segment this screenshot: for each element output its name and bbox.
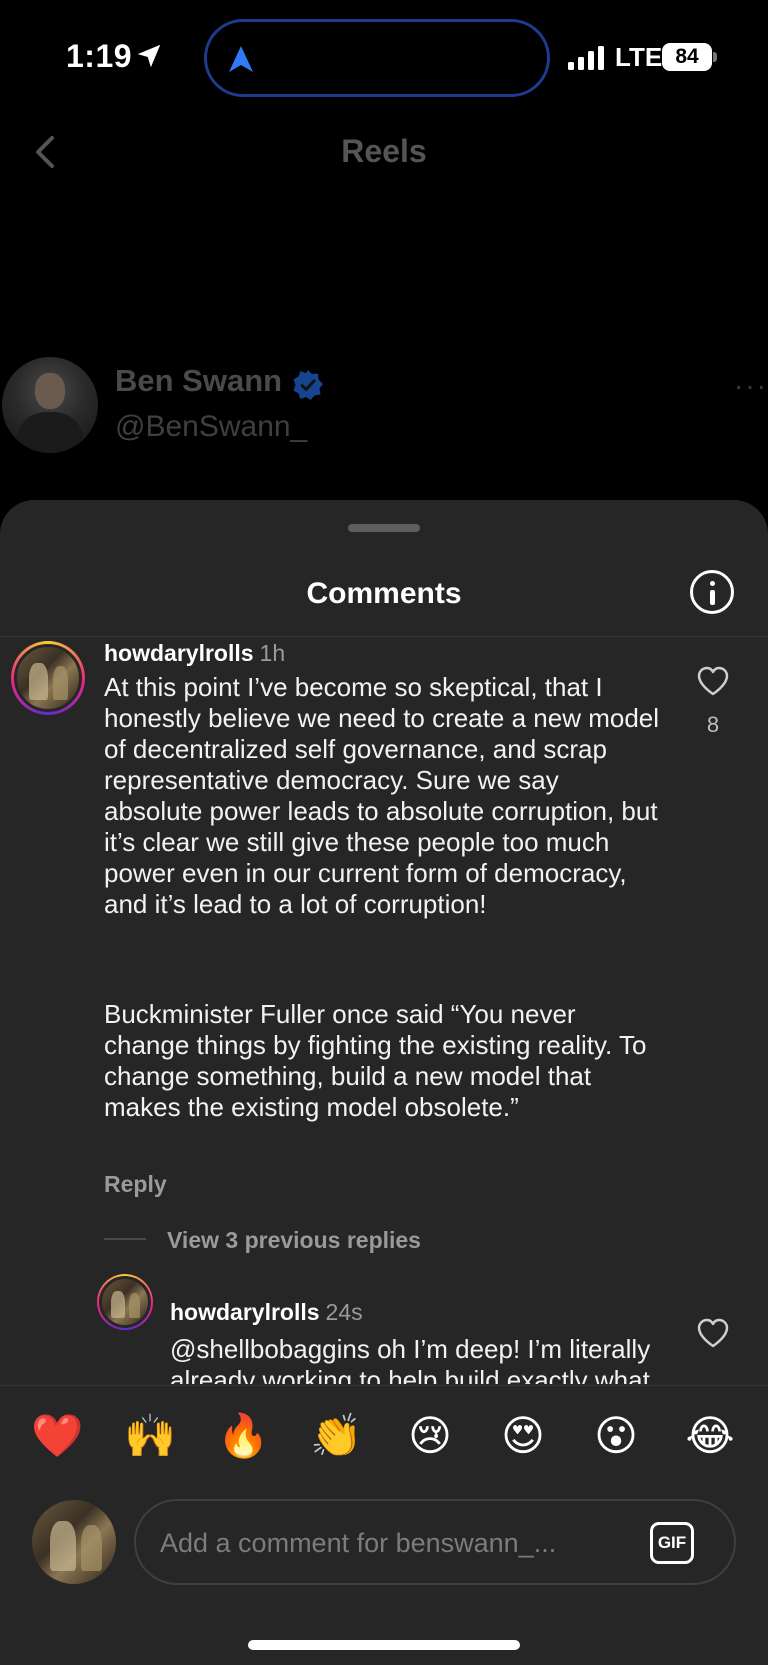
laughing-emoji-button[interactable]: 😂 xyxy=(684,1410,736,1462)
profile-avatar[interactable] xyxy=(2,357,98,453)
battery-tip xyxy=(713,52,717,62)
battery-level: 84 xyxy=(662,43,712,71)
comments-list[interactable]: howdarylrolls 1h At this point I’ve becom… xyxy=(0,637,768,1384)
heart-icon[interactable] xyxy=(696,665,730,697)
replies-divider xyxy=(104,1238,146,1240)
gif-button[interactable]: GIF xyxy=(650,1522,694,1564)
dynamic-island[interactable] xyxy=(204,19,550,97)
signal-strength-icon xyxy=(568,46,604,70)
comments-sheet: Comments howdarylrolls 1h At this point I… xyxy=(0,500,768,1665)
emoji-reaction-bar: ❤️ 🙌 🔥 👏 😢 😍 😮 😂 xyxy=(0,1385,768,1485)
comment-composer: GIF xyxy=(0,1485,768,1605)
reply-avatar[interactable] xyxy=(97,1274,153,1330)
reply-timestamp: 24s xyxy=(325,1299,363,1325)
comment-input-container[interactable]: GIF xyxy=(134,1499,736,1585)
status-bar: 1:19 LTE 84 xyxy=(0,0,768,112)
home-indicator[interactable] xyxy=(248,1640,520,1650)
comments-title: Comments xyxy=(306,577,462,610)
status-time: 1:19 xyxy=(66,38,133,74)
raising-hands-emoji-button[interactable]: 🙌 xyxy=(124,1410,176,1462)
heart-emoji-button[interactable]: ❤️ xyxy=(31,1410,83,1462)
location-arrow-icon xyxy=(137,44,161,68)
comment-username[interactable]: howdarylrolls xyxy=(104,640,254,666)
heart-eyes-emoji-button[interactable]: 😍 xyxy=(497,1410,549,1462)
profile-name[interactable]: Ben Swann xyxy=(115,363,282,399)
navigation-arrow-icon xyxy=(229,46,253,72)
clapping-emoji-button[interactable]: 👏 xyxy=(310,1410,362,1462)
network-type: LTE xyxy=(615,42,663,72)
reply-button[interactable]: Reply xyxy=(104,1171,167,1198)
view-replies-button[interactable]: View 3 previous replies xyxy=(167,1227,421,1254)
sheet-grabber[interactable] xyxy=(348,524,420,532)
comment-avatar[interactable] xyxy=(11,641,85,715)
like-count: 8 xyxy=(706,712,720,737)
page-title: Reels xyxy=(341,133,427,169)
profile-handle[interactable]: @BenSwann_ xyxy=(115,410,307,444)
surprised-emoji-button[interactable]: 😮 xyxy=(590,1410,642,1462)
comment-timestamp: 1h xyxy=(259,640,286,666)
reply-username[interactable]: howdarylrolls xyxy=(170,1299,320,1325)
comment-text-paragraph: At this point I’ve become so skeptical, … xyxy=(104,672,660,919)
more-options-icon[interactable]: ··· xyxy=(734,370,768,402)
reply-text: @shellbobaggins oh I’m deep! I’m literal… xyxy=(170,1334,651,1384)
comment-input[interactable] xyxy=(160,1521,630,1565)
comment-text-paragraph: Buckminister Fuller once said “You never… xyxy=(104,999,647,1122)
fire-emoji-button[interactable]: 🔥 xyxy=(217,1410,269,1462)
verified-badge-icon xyxy=(293,370,323,400)
current-user-avatar[interactable] xyxy=(32,1500,116,1584)
crying-emoji-button[interactable]: 😢 xyxy=(404,1410,456,1462)
heart-icon[interactable] xyxy=(696,1317,730,1349)
info-icon[interactable] xyxy=(690,570,734,614)
